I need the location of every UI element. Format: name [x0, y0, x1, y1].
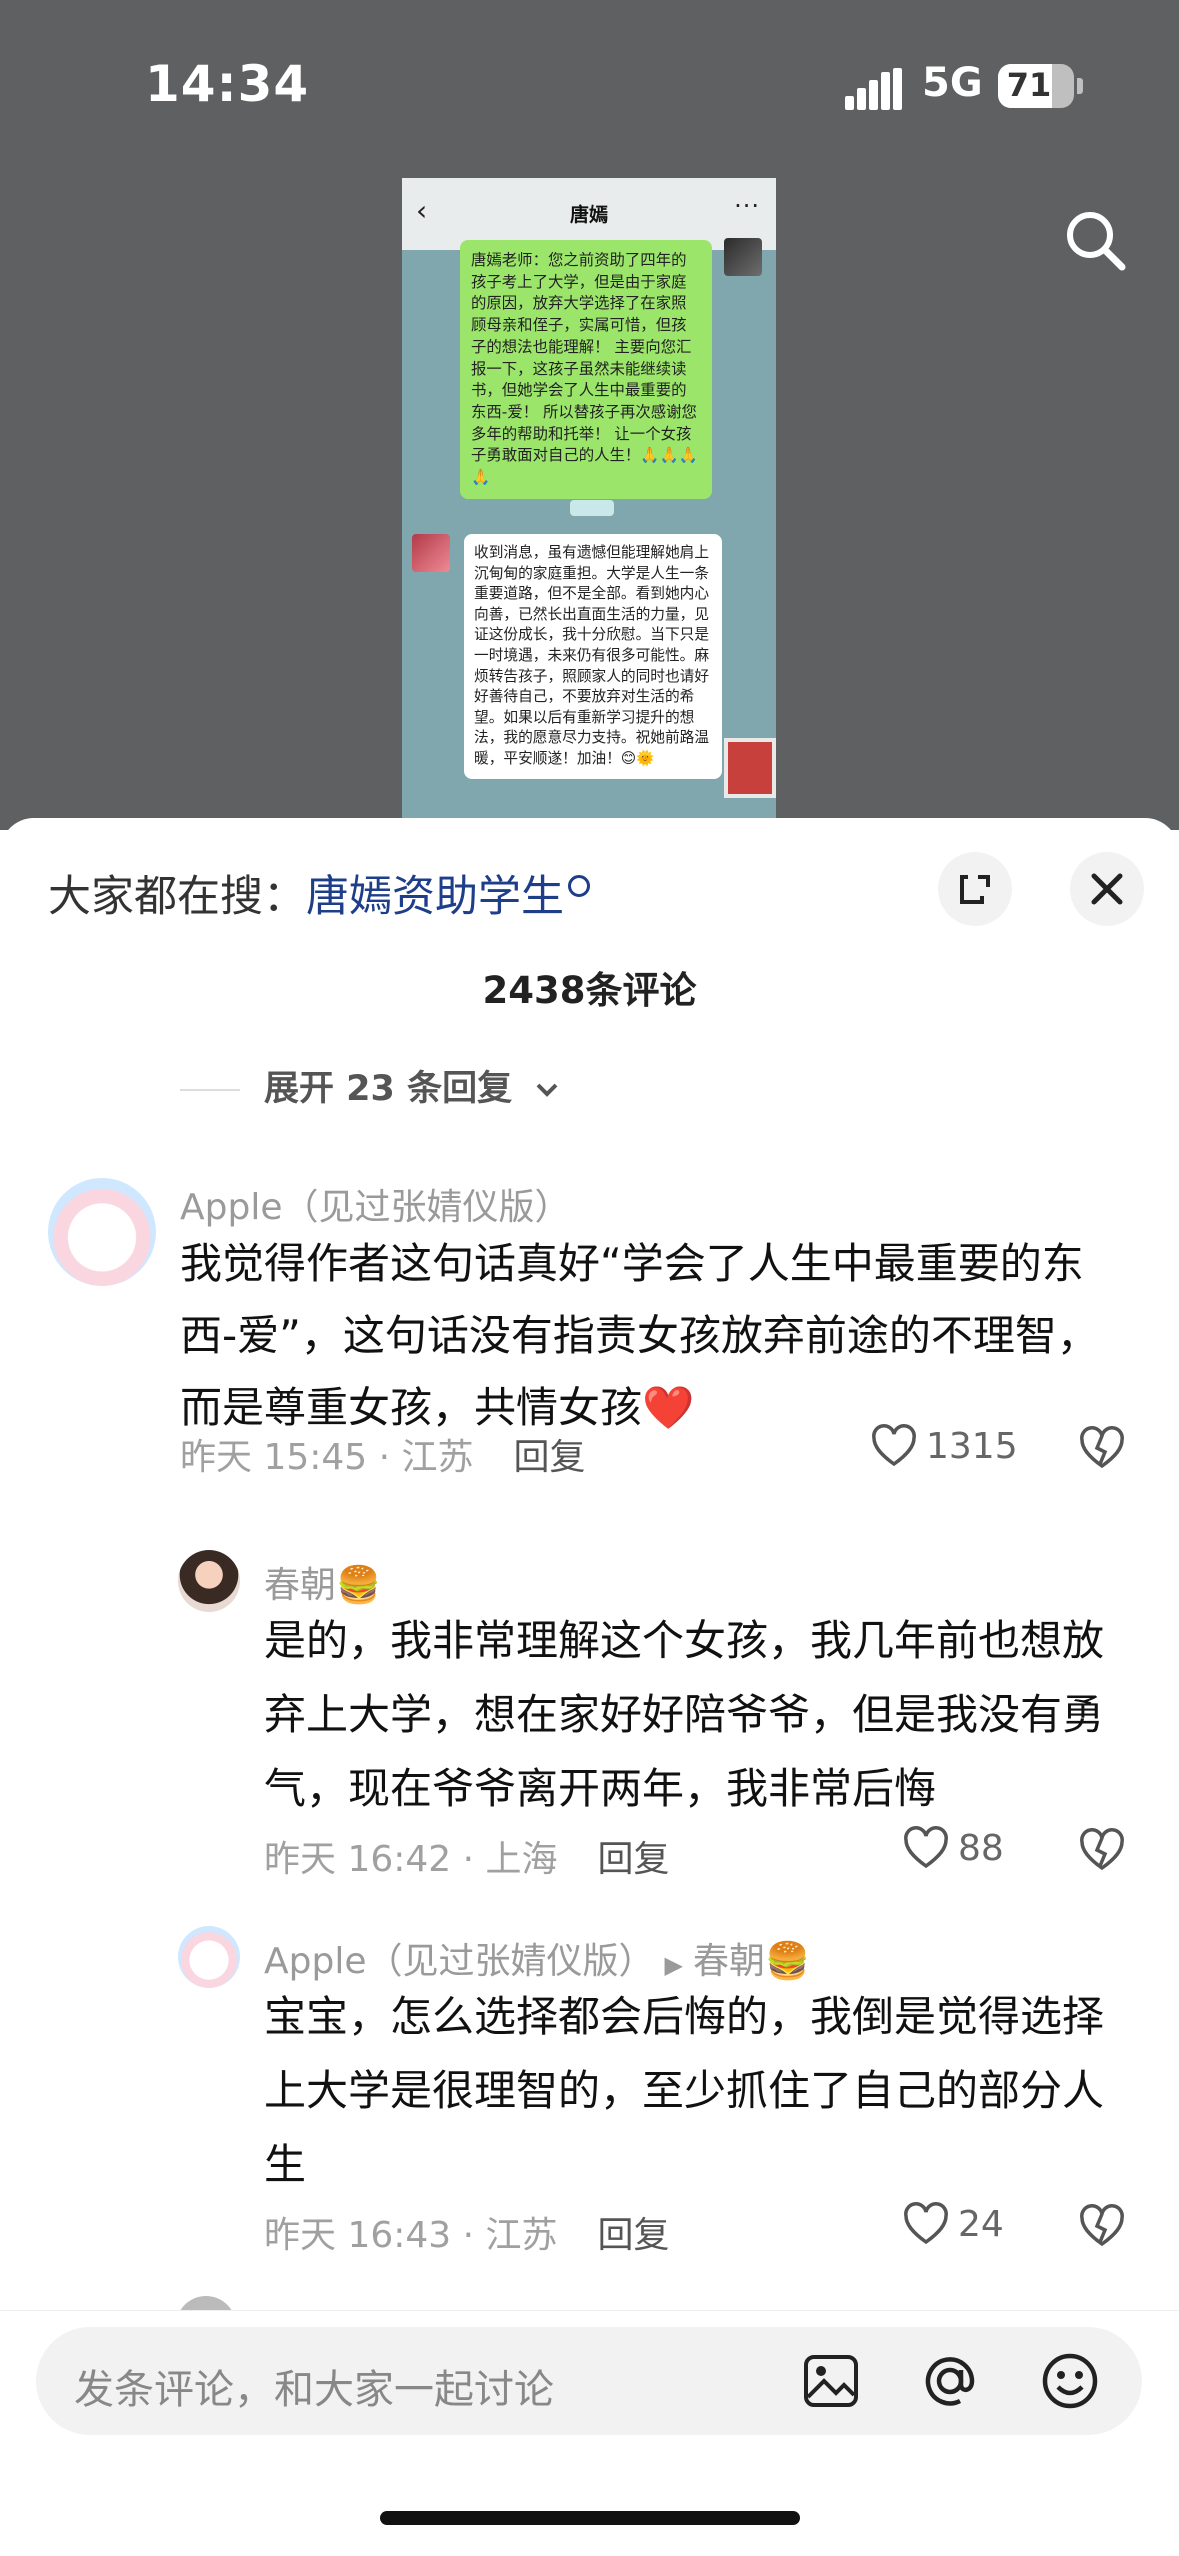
reply-time-location: 昨天 16:43 · 江苏	[264, 2215, 558, 2256]
burger-emoji: 🍔	[764, 1941, 810, 1982]
sender-avatar	[724, 238, 762, 276]
comment-username[interactable]: Apple（见过张婧仪版）	[180, 1178, 570, 1230]
dislike-button[interactable]	[1078, 1426, 1126, 1474]
like-button[interactable]: 24	[902, 2202, 1004, 2246]
more-icon: ···	[734, 192, 760, 220]
expand-replies-label: 展开 23 条回复	[264, 1069, 513, 1109]
avatar[interactable]	[178, 1926, 240, 1988]
broken-heart-icon	[1080, 2204, 1124, 2247]
like-button[interactable]: 88	[902, 1826, 1004, 1870]
comment-sheet: 大家都在搜：唐嫣资助学生 2438条评论 展开 23 条回复 Apple（见过张…	[0, 818, 1179, 2556]
network-type: 5G	[922, 60, 983, 106]
reply-button[interactable]: 回复	[598, 1839, 670, 1880]
dislike-button[interactable]	[1078, 2204, 1126, 2252]
burger-emoji: 🍔	[336, 1565, 381, 1606]
search-icon[interactable]	[1060, 205, 1132, 277]
incoming-message: 收到消息，虽有遗憾但能理解她肩上沉甸甸的家庭重担。大学是人生一条重要道路，但不是…	[464, 534, 722, 779]
home-indicator	[380, 2511, 800, 2525]
red-decoration	[724, 738, 776, 798]
status-time: 14:34	[145, 55, 310, 113]
comment-meta: 昨天 15:45 · 江苏 回复	[180, 1428, 586, 1480]
mention-icon[interactable]	[920, 2351, 980, 2411]
trending-prefix: 大家都在搜：	[48, 872, 306, 922]
trending-keyword[interactable]: 唐嫣资助学生	[306, 872, 564, 922]
divider	[180, 1089, 240, 1091]
comment-time-location: 昨天 15:45 · 江苏	[180, 1437, 474, 1478]
dislike-button[interactable]	[1078, 1828, 1126, 1876]
battery-tip	[1077, 78, 1083, 94]
expand-replies-button[interactable]: 展开 23 条回复	[180, 1060, 560, 1111]
reply-username[interactable]: Apple（见过张婧仪版） ▶ 春朝🍔	[264, 1932, 810, 1984]
comment-input-bar: 发条评论，和大家一起讨论	[0, 2310, 1179, 2556]
trending-search[interactable]: 大家都在搜：唐嫣资助学生	[48, 862, 590, 924]
expand-button[interactable]	[938, 852, 1012, 926]
redaction-mark	[570, 500, 614, 516]
expand-icon	[960, 875, 990, 904]
like-count: 24	[958, 2203, 1004, 2245]
reply-meta: 昨天 16:43 · 江苏 回复	[264, 2206, 670, 2258]
reply-button[interactable]: 回复	[514, 1437, 586, 1478]
broken-heart-icon	[1080, 1426, 1124, 1469]
comment-item[interactable]: Apple（见过张婧仪版） 我觉得作者这句话真好“学会了人生中最重要的东西-爱”…	[0, 1176, 1179, 1478]
reply-username[interactable]: 春朝🍔	[264, 1556, 381, 1608]
reply-text: 是的，我非常理解这个女孩，我几年前也想放弃上大学，想在家好好陪爷爷，但是我没有勇…	[264, 1616, 1105, 1813]
reply-text: 宝宝，怎么选择都会后悔的，我倒是觉得选择上大学是很理智的，至少抓住了自己的部分人…	[264, 1992, 1105, 2189]
signal-icon	[845, 68, 903, 110]
battery-icon: 71	[998, 64, 1074, 108]
like-count: 1315	[926, 1425, 1018, 1467]
search-small-icon	[568, 875, 590, 897]
chat-title: 唐嫣	[569, 204, 608, 226]
video-background[interactable]: 14:34 5G 71 ‹ 唐嫣 ··· 唐嫣老师：您之前资助了四年的孩子考上了…	[0, 0, 1179, 830]
heart-emoji: ❤️	[642, 1383, 695, 1432]
receiver-avatar	[412, 534, 450, 572]
avatar[interactable]	[178, 1550, 240, 1612]
comment-count: 2438条评论	[482, 969, 697, 1012]
battery-level: 71	[1006, 66, 1052, 104]
comment-input-placeholder: 发条评论，和大家一起讨论	[74, 2367, 554, 2413]
comment-text: 我觉得作者这句话真好“学会了人生中最重要的东西-爱”，这句话没有指责女孩放弃前途…	[180, 1228, 1140, 1444]
close-icon	[1091, 873, 1123, 905]
outgoing-message: 唐嫣老师：您之前资助了四年的孩子考上了大学，但是由于家庭的原因，放弃大学选择了在…	[460, 240, 712, 499]
heart-outline-icon	[904, 1826, 948, 1869]
heart-outline-icon	[904, 2202, 948, 2245]
reply-button[interactable]: 回复	[598, 2215, 670, 2256]
broken-heart-icon	[1080, 1828, 1124, 1871]
reply-time-location: 昨天 16:42 · 上海	[264, 1839, 558, 1880]
reply-item[interactable]: 春朝🍔 是的，我非常理解这个女孩，我几年前也想放弃上大学，想在家好好陪爷爷，但是…	[0, 1548, 1179, 1880]
comment-input[interactable]: 发条评论，和大家一起讨论	[36, 2327, 1142, 2435]
like-button[interactable]: 1315	[870, 1424, 1018, 1468]
reply-item[interactable]: Apple（见过张婧仪版） ▶ 春朝🍔 宝宝，怎么选择都会后悔的，我倒是觉得选择上大…	[0, 1924, 1179, 2256]
emoji-icon[interactable]	[1040, 2351, 1100, 2411]
status-bar: 14:34 5G 71	[0, 0, 1179, 170]
like-count: 88	[958, 1827, 1004, 1869]
heart-outline-icon	[872, 1424, 916, 1467]
reply-meta: 昨天 16:42 · 上海 回复	[264, 1830, 670, 1882]
image-icon[interactable]	[802, 2353, 860, 2409]
reply-arrow-icon: ▶	[664, 1951, 683, 1979]
close-button[interactable]	[1070, 852, 1144, 926]
chevron-down-icon	[536, 1083, 558, 1097]
avatar[interactable]	[48, 1178, 156, 1286]
reply-to-username[interactable]: 春朝	[693, 1941, 765, 1982]
chat-screenshot: ‹ 唐嫣 ··· 唐嫣老师：您之前资助了四年的孩子考上了大学，但是由于家庭的原因…	[402, 178, 776, 830]
